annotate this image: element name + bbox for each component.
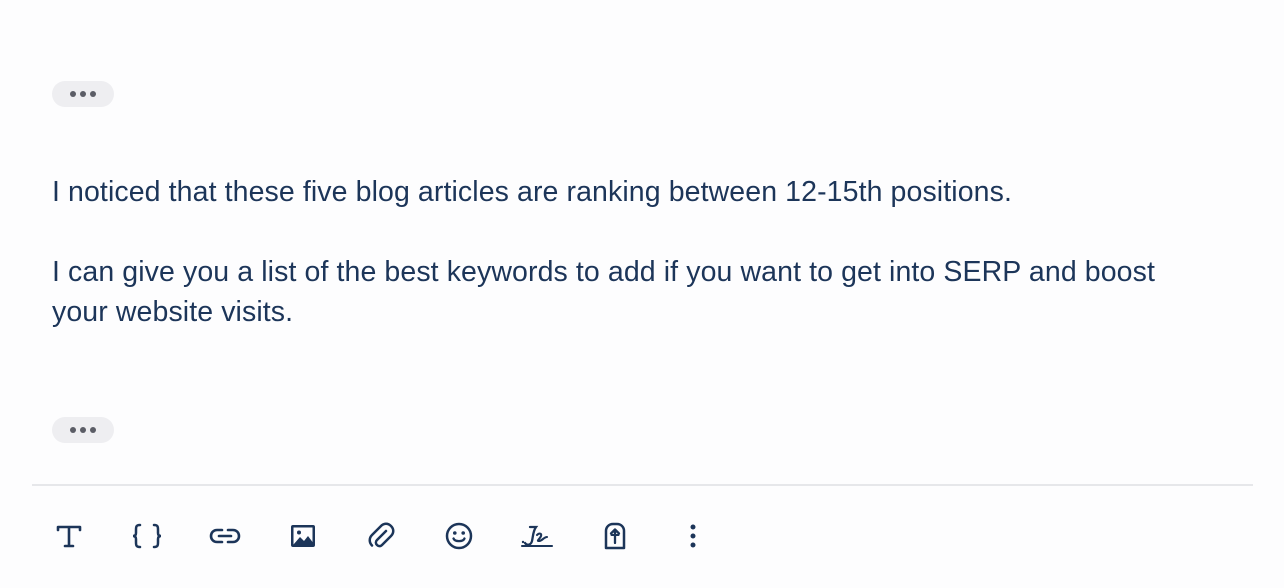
show-trimmed-content-button[interactable]	[52, 81, 114, 107]
link-icon	[207, 521, 243, 551]
signature-icon	[519, 521, 555, 551]
insert-link-button[interactable]	[208, 514, 242, 558]
ellipsis-dot	[70, 91, 76, 97]
message-body[interactable]: I noticed that these five blog articles …	[52, 172, 1212, 332]
ellipsis-dot	[90, 427, 96, 433]
attachment-icon	[366, 521, 396, 551]
message-paragraph: I can give you a list of the best keywor…	[52, 256, 1156, 328]
image-icon	[288, 521, 318, 551]
variables-braces-icon	[130, 521, 164, 551]
text-format-icon	[54, 521, 84, 551]
show-quoted-text-button[interactable]	[52, 417, 114, 443]
ellipsis-dot	[70, 427, 76, 433]
compose-toolbar	[52, 514, 710, 558]
message-paragraph: I noticed that these five blog articles …	[52, 176, 1012, 208]
insert-template-button[interactable]	[598, 514, 632, 558]
toolbar-divider	[32, 484, 1253, 486]
emoji-icon	[444, 521, 474, 551]
more-vertical-icon	[686, 521, 700, 551]
attach-file-button[interactable]	[364, 514, 398, 558]
insert-image-button[interactable]	[286, 514, 320, 558]
insert-emoji-button[interactable]	[442, 514, 476, 558]
insert-signature-button[interactable]	[520, 514, 554, 558]
insert-variable-button[interactable]	[130, 514, 164, 558]
more-options-button[interactable]	[676, 514, 710, 558]
ellipsis-dot	[90, 91, 96, 97]
template-icon	[600, 521, 630, 551]
ellipsis-dot	[80, 91, 86, 97]
text-format-button[interactable]	[52, 514, 86, 558]
ellipsis-dot	[80, 427, 86, 433]
